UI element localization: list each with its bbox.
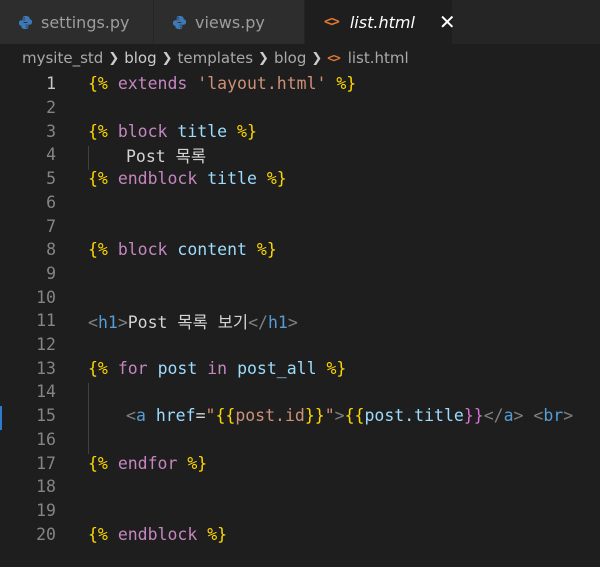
line-number: 14 <box>36 382 56 402</box>
line-number: 15 <box>36 406 56 426</box>
code-line[interactable]: 5 {% endblock title %} <box>0 167 600 191</box>
code-line[interactable]: 6 <box>0 191 600 215</box>
line-number: 7 <box>46 216 56 236</box>
breadcrumb-item-blog-sub[interactable]: blog <box>274 49 306 67</box>
code-line[interactable]: 2 <box>0 96 600 120</box>
line-number: 9 <box>46 263 56 283</box>
line-content: {% extends 'layout.html' %} <box>88 74 357 94</box>
chevron-right-icon: ❯ <box>311 50 323 66</box>
code-line[interactable]: 7 <box>0 214 600 238</box>
line-number: 3 <box>46 121 56 141</box>
tab-label: settings.py <box>41 12 130 32</box>
line-number: 8 <box>46 240 56 260</box>
line-number: 10 <box>36 287 56 307</box>
code-line[interactable]: 18 <box>0 475 600 499</box>
code-line[interactable]: 1 {% extends 'layout.html' %} <box>0 72 600 96</box>
code-line[interactable]: 12 <box>0 333 600 357</box>
line-number: 12 <box>36 335 56 355</box>
code-line[interactable]: 14 <box>0 380 600 404</box>
tab-label: views.py <box>195 12 265 32</box>
html-icon: <> <box>327 51 340 65</box>
html-icon: <> <box>324 14 340 30</box>
line-number: 5 <box>46 169 56 189</box>
breadcrumb-item-blog[interactable]: blog <box>124 49 156 67</box>
code-line[interactable]: 4 Post 목록 <box>0 143 600 167</box>
code-line[interactable]: 3 {% block title %} <box>0 119 600 143</box>
tab-label: list.html <box>349 12 415 32</box>
line-number: 17 <box>36 453 56 473</box>
line-number: 1 <box>46 74 56 94</box>
code-line[interactable]: 10 <box>0 285 600 309</box>
code-line[interactable]: 20 {% endblock %} <box>0 522 600 546</box>
line-number: 16 <box>36 429 56 449</box>
line-number: 13 <box>36 358 56 378</box>
chevron-right-icon: ❯ <box>108 50 120 66</box>
code-line[interactable]: 15 <a href="{{post.id}}">{{post.title}}<… <box>0 404 600 428</box>
code-line[interactable]: 19 <box>0 499 600 523</box>
line-content: {% block title %} <box>88 121 257 141</box>
code-line[interactable]: 17 {% endfor %} <box>0 451 600 475</box>
line-number: 20 <box>36 524 56 544</box>
line-number: 6 <box>46 192 56 212</box>
close-icon[interactable]: ✕ <box>439 12 456 32</box>
line-number: 19 <box>36 500 56 520</box>
tab-views-py[interactable]: views.py <box>154 0 305 44</box>
code-line[interactable]: 16 <box>0 428 600 452</box>
tab-settings-py[interactable]: settings.py <box>0 0 154 44</box>
python-icon <box>18 15 33 29</box>
line-content: <h1>Post 목록 보기</h1> <box>88 312 298 332</box>
breadcrumb-item-list-html[interactable]: list.html <box>348 49 409 67</box>
code-line[interactable]: 9 <box>0 262 600 286</box>
tab-bar: settings.py views.py <> list.html ✕ <box>0 0 600 44</box>
line-number: 18 <box>36 477 56 497</box>
code-editor[interactable]: 1 {% extends 'layout.html' %} 2 3 {% blo… <box>0 72 600 567</box>
line-content: {% for post in post_all %} <box>88 358 347 378</box>
breadcrumb-item-templates[interactable]: templates <box>178 49 254 67</box>
line-number: 4 <box>46 145 56 165</box>
chevron-right-icon: ❯ <box>161 50 173 66</box>
line-number: 2 <box>46 98 56 118</box>
code-line[interactable]: 13 {% for post in post_all %} <box>0 356 600 380</box>
breadcrumb-item-mysite-std[interactable]: mysite_std <box>22 49 103 67</box>
python-icon <box>172 15 187 29</box>
line-content: <a href="{{post.id}}">{{post.title}}</a>… <box>126 406 574 426</box>
line-content: {% endblock %} <box>88 524 228 544</box>
breadcrumb: mysite_std ❯ blog ❯ templates ❯ blog ❯ <… <box>0 44 600 72</box>
line-content: {% block content %} <box>88 240 277 260</box>
line-number: 11 <box>36 311 56 331</box>
chevron-right-icon: ❯ <box>258 50 269 66</box>
line-content: Post 목록 <box>126 146 207 166</box>
line-content: {% endblock title %} <box>88 169 287 189</box>
tab-list-html[interactable]: <> list.html ✕ <box>305 0 456 44</box>
code-line[interactable]: 11 <h1>Post 목록 보기</h1> <box>0 309 600 333</box>
line-content: {% endfor %} <box>88 453 208 473</box>
code-line[interactable]: 8 {% block content %} <box>0 238 600 262</box>
